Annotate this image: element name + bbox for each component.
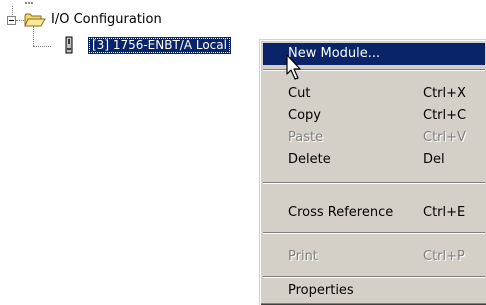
menu-item-label: Copy: [288, 108, 321, 123]
module-icon: [65, 36, 73, 54]
menu-item-copy[interactable]: Copy Ctrl+C: [263, 105, 485, 127]
menu-item-paste[interactable]: Paste Ctrl+V: [263, 127, 485, 149]
menu-item-shortcut: Ctrl+V: [423, 130, 466, 145]
menu-separator: [263, 232, 485, 234]
menu-item-shortcut: Ctrl+C: [423, 108, 467, 123]
menu-item-shortcut: Del: [423, 152, 445, 167]
menu-item-label: Cut: [288, 86, 311, 101]
tree-connector-line: [33, 26, 34, 46]
io-configuration-label[interactable]: I/O Configuration: [51, 12, 162, 28]
tree-connector-line: [16, 20, 24, 21]
menu-item-label: Properties: [288, 283, 354, 298]
mouse-pointer-icon: [286, 54, 301, 80]
collapse-icon[interactable]: [7, 16, 16, 25]
menu-item-shortcut: Ctrl+X: [423, 86, 466, 101]
tree-connector-line: [33, 46, 51, 47]
menu-item-shortcut: Ctrl+E: [423, 205, 466, 220]
menu-item-cross-reference[interactable]: Cross Reference Ctrl+E: [263, 202, 485, 224]
menu-item-properties[interactable]: Properties: [263, 280, 485, 302]
menu-item-delete[interactable]: Delete Del: [263, 149, 485, 171]
menu-item-label: Cross Reference: [288, 205, 394, 220]
menu-item-label: Paste: [288, 130, 324, 145]
menu-item-label: Delete: [288, 152, 331, 167]
menu-item-shortcut: Ctrl+P: [423, 249, 465, 264]
menu-separator: [263, 182, 485, 184]
folder-icon: [24, 13, 46, 27]
menu-item-cut[interactable]: Cut Ctrl+X: [263, 83, 485, 105]
selected-module-node[interactable]: [3] 1756-ENBT/A Local: [88, 37, 231, 54]
menu-separator: [263, 276, 485, 278]
menu-item-print[interactable]: Print Ctrl+P: [263, 246, 485, 268]
menu-item-label: Print: [288, 249, 318, 264]
parent-node-ellipsis: [25, 2, 33, 4]
